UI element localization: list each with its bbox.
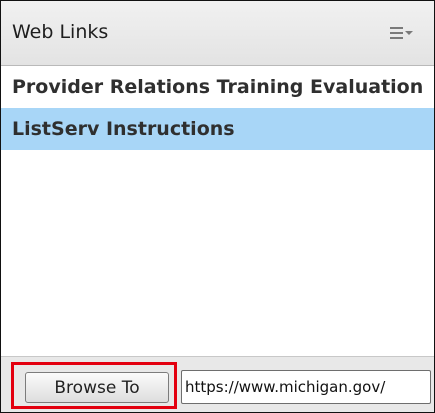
browse-to-button[interactable]: Browse To (25, 372, 169, 403)
web-links-pod: Web Links Provider Relations Training Ev… (0, 0, 435, 413)
web-links-list: Provider Relations Training Evaluation L… (1, 66, 434, 356)
list-item-provider-relations[interactable]: Provider Relations Training Evaluation (1, 66, 434, 108)
pod-title: Web Links (12, 21, 109, 43)
list-item-listserv-instructions[interactable]: ListServ Instructions (1, 108, 434, 150)
pod-header: Web Links (1, 1, 434, 66)
hamburger-menu-dropdown-icon[interactable] (389, 23, 415, 43)
url-value: https://www.michigan.gov/ (185, 378, 386, 396)
list-item-label: Provider Relations Training Evaluation (12, 76, 424, 98)
list-item-label: ListServ Instructions (12, 118, 235, 140)
pod-footer: Browse To https://www.michigan.gov/ (1, 356, 434, 412)
url-field[interactable]: https://www.michigan.gov/ (181, 370, 431, 404)
